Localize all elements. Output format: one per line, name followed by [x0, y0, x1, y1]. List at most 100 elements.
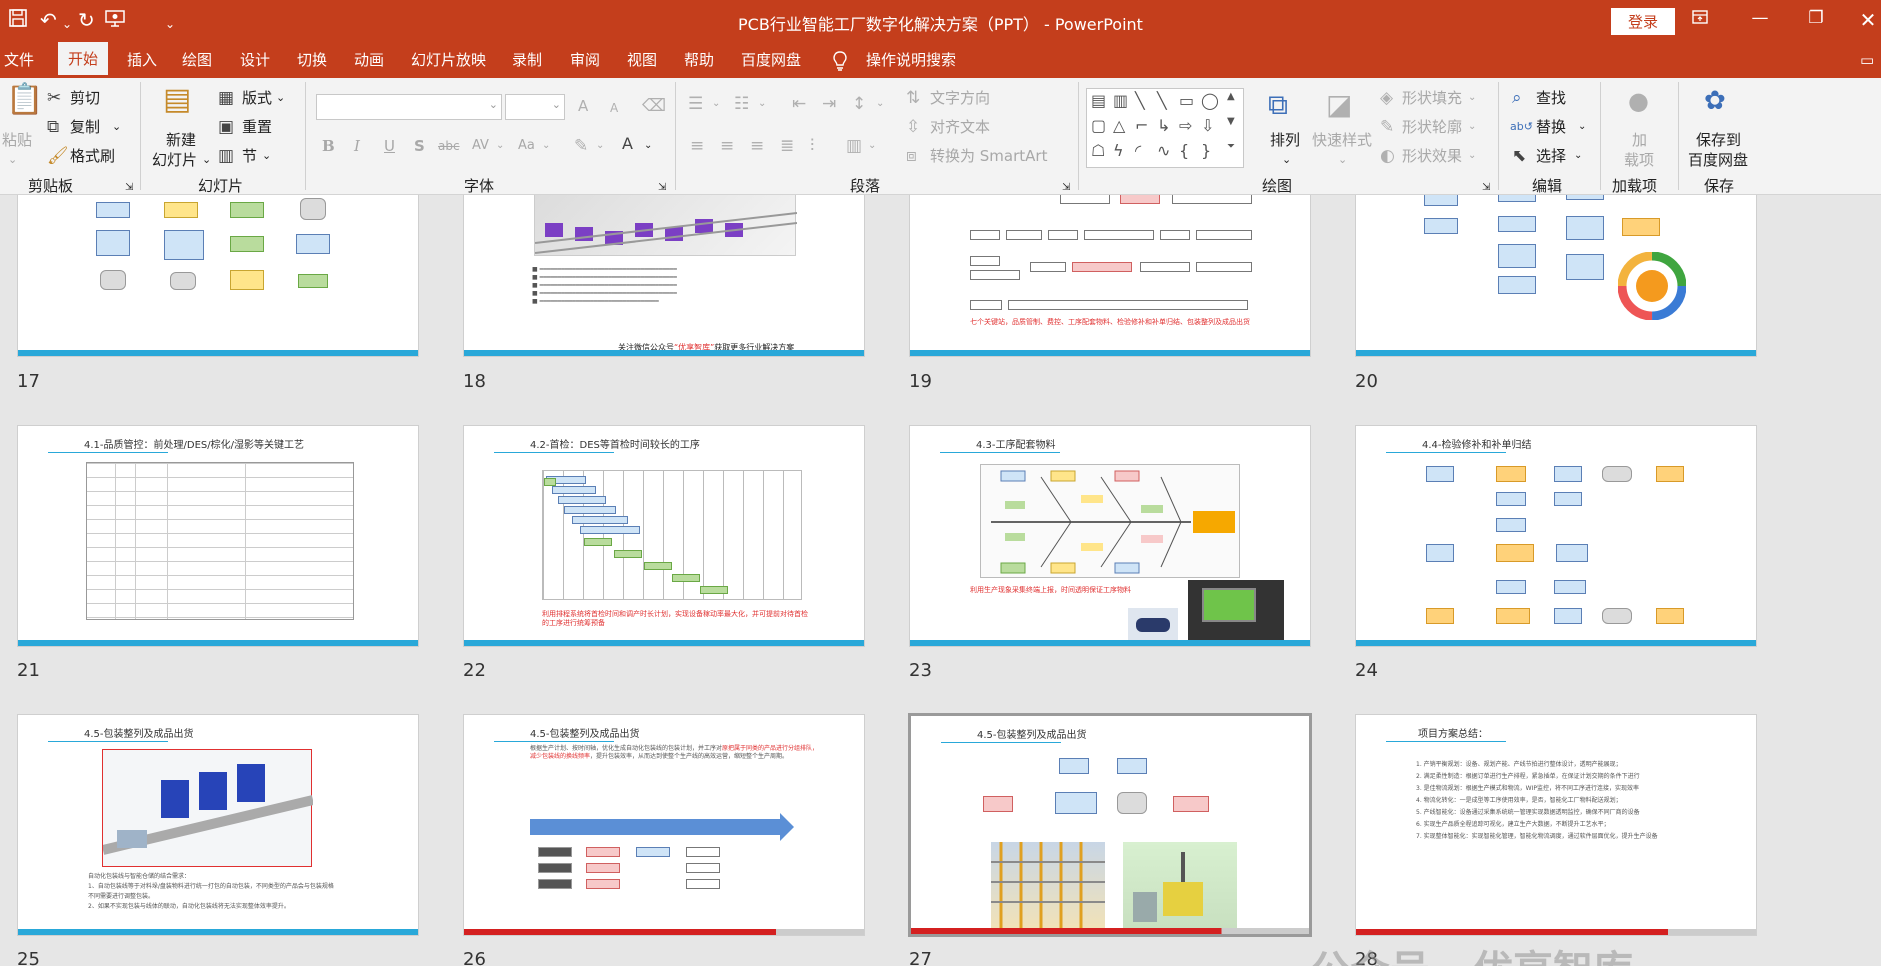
shape-outline-button[interactable]: 形状轮廓 — [1402, 117, 1462, 137]
replace-dropdown-icon[interactable]: ⌄ — [1578, 117, 1586, 137]
tab-design[interactable]: 设计 — [240, 42, 270, 78]
tab-insert[interactable]: 插入 — [127, 42, 157, 78]
slide-thumbnail-27[interactable]: 4.5-包装整列及成品出货 — [908, 713, 1312, 937]
slide-thumbnail-26[interactable]: 4.5-包装整列及成品出货 根据生产计划、按时间轴，优化生成自动化包装线的包装计… — [463, 714, 865, 936]
slide-thumbnail-28[interactable]: 项目方案总结： 1. 产销平衡规划：设备、规划产能、产线节拍进行整体设计，透明产… — [1355, 714, 1757, 936]
close-icon[interactable]: ✕ — [1856, 8, 1880, 32]
shape-fill-dropdown-icon[interactable]: ⌄ — [1468, 88, 1476, 108]
rounded-rect-shape-icon[interactable]: ▢ — [1091, 116, 1106, 135]
replace-button[interactable]: 替换 — [1536, 117, 1566, 137]
layout-dropdown-icon[interactable]: ⌄ — [276, 88, 285, 108]
convert-smartart-button[interactable]: 转换为 SmartArt — [930, 146, 1047, 166]
spacing-dropdown-icon[interactable]: ⌄ — [496, 136, 504, 156]
elbow-connector-icon[interactable]: ⌐ — [1135, 116, 1148, 135]
gallery-up-icon[interactable]: ▲ — [1227, 91, 1235, 102]
tab-animations[interactable]: 动画 — [354, 42, 384, 78]
arrow-down-shape-icon[interactable]: ⇩ — [1201, 116, 1214, 135]
align-left-icon[interactable]: ≡ — [690, 136, 704, 156]
rectangle-shape-icon[interactable]: ▭ — [1179, 91, 1194, 110]
paste-button[interactable]: 粘贴 — [2, 130, 32, 150]
paste-icon[interactable]: 📋 — [6, 82, 43, 118]
tab-home[interactable]: 开始 — [58, 42, 109, 78]
bullets-icon[interactable]: ☰ — [688, 94, 703, 114]
highlight-dropdown-icon[interactable]: ⌄ — [596, 136, 604, 156]
brace-right-shape-icon[interactable]: } — [1201, 141, 1211, 160]
align-text-button[interactable]: 对齐文本 — [930, 117, 990, 137]
freeform-shape-icon[interactable]: ☖ — [1091, 141, 1105, 160]
tab-transitions[interactable]: 切换 — [297, 42, 327, 78]
italic-button[interactable]: I — [354, 136, 360, 156]
minimize-icon[interactable]: — — [1748, 8, 1772, 28]
tab-slideshow[interactable]: 幻灯片放映 — [411, 42, 486, 78]
new-slide-button[interactable]: 新建 — [166, 130, 196, 150]
copy-dropdown-icon[interactable]: ⌄ — [112, 117, 121, 137]
arc-shape-icon[interactable]: ◜ — [1135, 141, 1141, 160]
format-painter-button[interactable]: 格式刷 — [70, 146, 115, 166]
gallery-more-icon[interactable]: ⏷ — [1227, 141, 1235, 152]
font-name-combo[interactable]: ⌄ — [316, 94, 502, 120]
login-button[interactable]: 登录 — [1611, 8, 1675, 35]
reset-button[interactable]: 重置 — [242, 117, 272, 137]
save-to-netdisk-button[interactable]: 保存到 — [1696, 130, 1741, 150]
change-case-button[interactable]: Aa — [518, 136, 535, 156]
text-direction-button[interactable]: 文字方向 — [930, 88, 990, 108]
tab-file[interactable]: 文件 — [4, 42, 34, 78]
slide-thumbnail-20[interactable] — [1355, 195, 1757, 357]
section-button[interactable]: 节 — [242, 146, 257, 166]
tab-record[interactable]: 录制 — [512, 42, 542, 78]
line-shape-icon-2[interactable]: ╲ — [1157, 91, 1167, 110]
shape-fill-button[interactable]: 形状填充 — [1402, 88, 1462, 108]
decrease-indent-icon[interactable]: ⇤ — [792, 94, 806, 114]
justify-icon[interactable]: ≣ — [780, 136, 794, 156]
underline-button[interactable]: U — [384, 136, 395, 156]
new-slide-dropdown-icon[interactable]: ⌄ — [202, 150, 211, 170]
font-size-combo[interactable]: ⌄ — [505, 94, 565, 120]
textbox-shape-icon[interactable]: ▤ — [1091, 91, 1106, 110]
quick-styles-button[interactable]: 快速样式 — [1312, 130, 1372, 150]
line-shape-icon[interactable]: ╲ — [1135, 91, 1145, 110]
select-button[interactable]: 选择 — [1536, 146, 1566, 166]
character-spacing-button[interactable]: AV — [472, 136, 489, 156]
copy-button[interactable]: 复制 — [70, 117, 100, 137]
increase-indent-icon[interactable]: ⇥ — [822, 94, 836, 114]
slide-thumbnail-18[interactable]: ■ ━━━━━━━━━━━━━━━━━━━━━━━━━━━━━━━━━━━━━━… — [463, 195, 865, 357]
elbow-arrow-icon[interactable]: ↳ — [1157, 116, 1170, 135]
vertical-textbox-shape-icon[interactable]: ▥ — [1113, 91, 1128, 110]
tab-draw[interactable]: 绘图 — [182, 42, 212, 78]
arrange-dropdown-icon[interactable]: ⌄ — [1282, 150, 1291, 170]
slide-thumbnail-25[interactable]: 4.5-包装整列及成品出货 自动化包装线与智能仓储的结合需求： 1、自动包装线等… — [17, 714, 419, 936]
comments-icon[interactable]: ▭ — [1860, 42, 1874, 78]
ribbon-display-options-icon[interactable] — [1688, 8, 1712, 31]
shape-effects-dropdown-icon[interactable]: ⌄ — [1468, 146, 1476, 166]
paste-dropdown-icon[interactable]: ⌄ — [8, 150, 17, 170]
layout-button[interactable]: 版式 — [242, 88, 272, 108]
restore-icon[interactable]: ❐ — [1804, 8, 1828, 28]
font-color-dropdown-icon[interactable]: ⌄ — [644, 136, 652, 156]
cut-button[interactable]: 剪切 — [70, 88, 100, 108]
line-spacing-icon[interactable]: ↕ — [852, 94, 866, 114]
bold-button[interactable]: B — [322, 136, 335, 156]
case-dropdown-icon[interactable]: ⌄ — [542, 136, 550, 156]
find-button[interactable]: 查找 — [1536, 88, 1566, 108]
triangle-shape-icon[interactable]: △ — [1113, 116, 1125, 135]
arrow-right-shape-icon[interactable]: ⇨ — [1179, 116, 1192, 135]
shape-outline-dropdown-icon[interactable]: ⌄ — [1468, 117, 1476, 137]
slide-thumbnail-24[interactable]: 4.4-检验修补和补单归结 — [1355, 425, 1757, 647]
curve-shape-icon[interactable]: ∿ — [1157, 141, 1170, 160]
tab-help[interactable]: 帮助 — [684, 42, 714, 78]
shapes-gallery[interactable]: ▤ ▥ ╲ ╲ ▭ ◯ ▢ △ ⌐ ↳ ⇨ ⇩ ☖ ϟ ◜ ∿ { } ▲ ▼ … — [1086, 88, 1244, 168]
oval-shape-icon[interactable]: ◯ — [1201, 91, 1219, 110]
font-color-icon[interactable]: A — [622, 134, 633, 154]
shape-effects-button[interactable]: 形状效果 — [1402, 146, 1462, 166]
grow-font-icon[interactable]: A — [578, 96, 588, 116]
highlight-icon[interactable]: ✎ — [574, 136, 588, 156]
slide-thumbnail-19[interactable]: 七个关键站，品质管制、费控、工序配套物料、检验修补和补单归结、包装整列及成品出货 — [909, 195, 1311, 357]
slide-thumbnail-23[interactable]: 4.3-工序配套物料 利用生产现象采集终端上报，时间透明保证工序物料 — [909, 425, 1311, 647]
align-right-icon[interactable]: ≡ — [750, 136, 764, 156]
gallery-down-icon[interactable]: ▼ — [1227, 116, 1235, 127]
section-dropdown-icon[interactable]: ⌄ — [262, 146, 271, 166]
slide-thumbnail-17[interactable] — [17, 195, 419, 357]
slide-thumbnail-22[interactable]: 4.2-首检：DES等首检时间较长的工序 利用排程系统将首检时间和调产时长计划，… — [463, 425, 865, 647]
slide-thumbnail-21[interactable]: 4.1-品质管控：前处理/DES/棕化/湿影等关键工艺 — [17, 425, 419, 647]
distribute-icon[interactable]: ⫶ — [810, 136, 814, 156]
